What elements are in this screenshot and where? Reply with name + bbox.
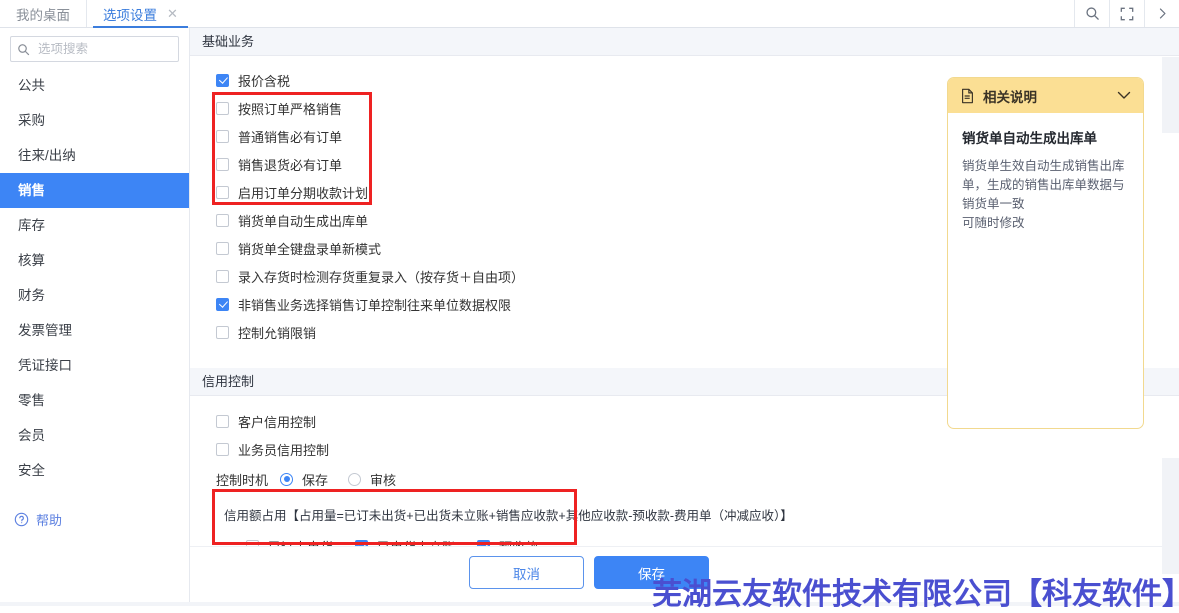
search-icon[interactable] bbox=[1074, 0, 1109, 27]
related-instructions-header[interactable]: 相关说明 bbox=[948, 78, 1143, 113]
sidebar: 公共 采购 往来/出纳 销售 库存 核算 财务 发票管理 凭证接口 零售 会员 … bbox=[0, 28, 201, 606]
related-instructions-body: 销货单自动生成出库单 销货单生效自动生成销售出库单，生成的销售出库单数据与销货单… bbox=[948, 113, 1143, 233]
sidebar-item-label: 库存 bbox=[18, 218, 45, 233]
sidebar-item-label: 凭证接口 bbox=[18, 358, 72, 373]
chevron-down-icon[interactable] bbox=[1117, 88, 1131, 103]
sidebar-item-purchase[interactable]: 采购 bbox=[0, 103, 189, 138]
option-label: 销货单自动生成出库单 bbox=[238, 213, 369, 229]
tab-my-desktop[interactable]: 我的桌面 bbox=[0, 0, 86, 27]
section-title: 信用控制 bbox=[202, 374, 255, 389]
window-tabbar: 我的桌面 选项设置 ✕ bbox=[0, 0, 1179, 28]
checkbox[interactable] bbox=[216, 129, 229, 143]
sidebar-item-voucher-interface[interactable]: 凭证接口 bbox=[0, 348, 189, 383]
sidebar-item-retail[interactable]: 零售 bbox=[0, 383, 189, 418]
sidebar-item-label: 采购 bbox=[18, 113, 45, 128]
sidebar-item-label: 会员 bbox=[18, 428, 45, 443]
option-label: 非销售业务选择销售订单控制往来单位数据权限 bbox=[238, 297, 512, 313]
chevron-right-icon[interactable] bbox=[1144, 0, 1179, 27]
fullscreen-icon[interactable] bbox=[1109, 0, 1144, 27]
sidebar-item-invoice-management[interactable]: 发票管理 bbox=[0, 313, 189, 348]
option-label: 按照订单严格销售 bbox=[238, 101, 343, 117]
control-timing-row: 控制时机 保存 审核 bbox=[216, 465, 1179, 493]
close-icon[interactable]: ✕ bbox=[167, 7, 178, 20]
scroll-gutter-top[interactable] bbox=[1162, 57, 1179, 133]
checkbox[interactable] bbox=[216, 185, 229, 199]
radio-save-label: 保存 bbox=[302, 472, 329, 488]
option-label: 启用订单分期收款计划 bbox=[238, 185, 369, 201]
option-label: 销货单全键盘录单新模式 bbox=[238, 241, 382, 257]
sidebar-item-label: 发票管理 bbox=[18, 323, 72, 338]
scroll-gutter-bottom[interactable] bbox=[1162, 458, 1179, 574]
help-circle-icon bbox=[14, 512, 29, 527]
sidebar-nav: 公共 采购 往来/出纳 销售 库存 核算 财务 发票管理 凭证接口 零售 会员 … bbox=[0, 68, 189, 488]
sidebar-item-public[interactable]: 公共 bbox=[0, 68, 189, 103]
checkbox[interactable] bbox=[216, 325, 229, 339]
search-icon bbox=[18, 43, 30, 55]
radio-save[interactable] bbox=[280, 472, 294, 486]
option-label: 报价含税 bbox=[238, 73, 291, 89]
related-instructions-panel: 相关说明 销货单自动生成出库单 销货单生效自动生成销售出库单，生成的销售出库单数… bbox=[947, 77, 1144, 429]
option-label: 录入存货时检测存货重复录入（按存货＋自由项） bbox=[238, 269, 525, 285]
control-timing-label: 控制时机 bbox=[216, 472, 269, 488]
sidebar-item-receivable-cashier[interactable]: 往来/出纳 bbox=[0, 138, 189, 173]
panel-text: 销货单生效自动生成销售出库单，生成的销售出库单数据与销货单一致 可随时修改 bbox=[962, 159, 1125, 230]
checkbox[interactable] bbox=[216, 241, 229, 255]
sidebar-item-label: 核算 bbox=[18, 253, 45, 268]
checkbox[interactable] bbox=[216, 101, 229, 115]
option-label: 销售退货必有订单 bbox=[238, 157, 343, 173]
tabbar-tools bbox=[1074, 0, 1179, 27]
sidebar-item-label: 公共 bbox=[18, 78, 45, 93]
search-input[interactable] bbox=[36, 41, 201, 57]
sidebar-item-inventory[interactable]: 库存 bbox=[0, 208, 189, 243]
panel-heading: 销货单自动生成出库单 bbox=[962, 131, 1097, 146]
sidebar-item-security[interactable]: 安全 bbox=[0, 453, 189, 488]
checkbox[interactable] bbox=[216, 73, 229, 87]
checkbox[interactable] bbox=[216, 213, 229, 227]
checkbox[interactable] bbox=[216, 157, 229, 171]
radio-audit[interactable] bbox=[348, 472, 362, 486]
section-title: 基础业务 bbox=[202, 34, 255, 49]
help-label: 帮助 bbox=[36, 513, 63, 528]
checkbox[interactable] bbox=[216, 269, 229, 283]
sidebar-item-member[interactable]: 会员 bbox=[0, 418, 189, 453]
option-label: 普通销售必有订单 bbox=[238, 129, 343, 145]
sidebar-item-label: 零售 bbox=[18, 393, 45, 408]
credit-quota-note: 信用额占用【占用量=已订未出货+已出货未立账+销售应收款+其他应收款-预收款-费… bbox=[224, 509, 793, 523]
search-box[interactable] bbox=[10, 36, 201, 62]
option-salesperson-credit-control[interactable]: 业务员信用控制 bbox=[216, 435, 1179, 463]
tabbar-spacer bbox=[194, 0, 1074, 27]
checkbox[interactable] bbox=[216, 414, 229, 428]
watermark-text: 芜湖云友软件技术有限公司【科友软件】 bbox=[652, 577, 1179, 612]
checkbox[interactable] bbox=[216, 297, 229, 311]
checkbox[interactable] bbox=[216, 442, 229, 456]
sidebar-item-label: 往来/出纳 bbox=[18, 148, 76, 163]
cancel-button[interactable]: 取消 bbox=[469, 556, 584, 589]
radio-audit-label: 审核 bbox=[370, 472, 397, 488]
document-icon bbox=[962, 88, 973, 103]
sidebar-item-sales[interactable]: 销售 bbox=[0, 173, 189, 208]
sidebar-item-label: 销售 bbox=[18, 183, 45, 198]
sidebar-item-accounting[interactable]: 核算 bbox=[0, 243, 189, 278]
option-label: 客户信用控制 bbox=[238, 414, 317, 430]
panel-title: 相关说明 bbox=[983, 89, 1037, 105]
tab-label: 选项设置 bbox=[103, 7, 157, 23]
help-link[interactable]: 帮助 bbox=[14, 510, 62, 529]
tab-option-settings[interactable]: 选项设置 ✕ bbox=[86, 0, 194, 28]
sidebar-item-label: 安全 bbox=[18, 463, 45, 478]
option-label: 控制允销限销 bbox=[238, 325, 317, 341]
cancel-label: 取消 bbox=[513, 566, 540, 582]
sidebar-item-finance[interactable]: 财务 bbox=[0, 278, 189, 313]
tab-label: 我的桌面 bbox=[16, 7, 70, 23]
option-label: 业务员信用控制 bbox=[238, 442, 330, 458]
section-header-basic-business: 基础业务 bbox=[190, 28, 1179, 56]
sidebar-item-label: 财务 bbox=[18, 288, 45, 303]
